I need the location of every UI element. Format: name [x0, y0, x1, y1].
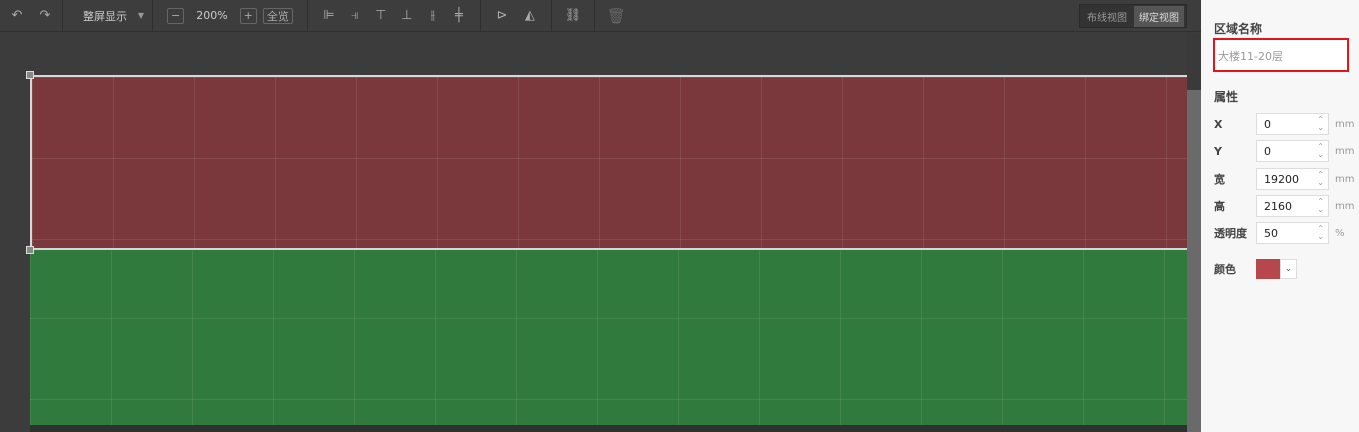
region-other[interactable] [30, 250, 1187, 425]
field-color: 颜色 ⌄ [1214, 258, 1359, 280]
field-value: 0 [1264, 144, 1271, 158]
x-input[interactable]: 0 ⌃ ⌄ [1256, 113, 1329, 135]
flip-group: ⊳ ◭ [481, 0, 552, 32]
align-group: ⊫ ⫣ ⊤ ⊥ ⫲ ╪ [308, 0, 481, 32]
stepper-icon[interactable]: ⌃ ⌄ [1317, 198, 1324, 214]
region-name-input[interactable]: 大楼11-20层 [1213, 38, 1349, 72]
properties-panel: 区域名称 大楼11-20层 属性 X 0 ⌃ ⌄ mm Y 0 ⌃ ⌄ mm 宽 192… [1201, 0, 1359, 432]
field-unit: mm [1335, 118, 1355, 130]
zoom-group: − 200% + 全览 [153, 0, 308, 32]
field-label: Y [1214, 144, 1222, 158]
y-input[interactable]: 0 ⌃ ⌄ [1256, 140, 1329, 162]
region-name-label: 区域名称 [1214, 22, 1263, 36]
field-y: Y 0 ⌃ ⌄ mm [1214, 140, 1359, 162]
field-unit: mm [1335, 173, 1355, 185]
undo-icon[interactable]: ↶ [8, 8, 26, 23]
height-input[interactable]: 2160 ⌃ ⌄ [1256, 195, 1329, 217]
field-width: 宽 19200 ⌃ ⌄ mm [1214, 168, 1359, 190]
properties-label: 属性 [1214, 90, 1239, 104]
resize-handle[interactable] [26, 246, 34, 254]
redo-icon[interactable]: ↷ [36, 8, 54, 23]
flip-vertical-icon[interactable]: ⊳ [493, 8, 511, 23]
vertical-scrollbar[interactable] [1187, 90, 1201, 432]
display-mode-select[interactable]: 整屏显示 ▼ [63, 0, 153, 32]
field-unit: mm [1335, 200, 1355, 212]
align-center-icon[interactable]: ╪ [450, 8, 468, 23]
color-swatch[interactable] [1256, 259, 1280, 279]
fit-all-button[interactable]: 全览 [262, 7, 293, 24]
history-group: ↶ ↷ [0, 0, 63, 32]
field-value: 50 [1264, 226, 1278, 240]
chevron-down-icon: ▼ [137, 11, 144, 20]
align-top-icon[interactable]: ⊤ [372, 8, 390, 23]
field-label: 宽 [1214, 173, 1225, 186]
opacity-input[interactable]: 50 ⌃ ⌄ [1256, 222, 1329, 244]
align-middle-icon[interactable]: ⫲ [424, 8, 442, 23]
display-mode-label: 整屏显示 [83, 9, 127, 23]
zoom-in-button[interactable]: + [239, 7, 257, 24]
field-unit: % [1335, 227, 1345, 239]
align-bottom-icon[interactable]: ⊥ [398, 8, 416, 23]
view-switch: 布线视图 绑定视图 [1079, 4, 1187, 28]
field-height: 高 2160 ⌃ ⌄ mm [1214, 195, 1359, 217]
stepper-icon[interactable]: ⌃ ⌄ [1317, 143, 1324, 159]
delete-group: 🗑 [595, 0, 637, 32]
unlink-group: ⛓ [552, 0, 595, 32]
stepper-icon[interactable]: ⌃ ⌄ [1317, 225, 1324, 241]
toolbar: ↶ ↷ 整屏显示 ▼ − 200% + 全览 ⊫ ⫣ ⊤ ⊥ ⫲ ╪ ⊳ ◭ ⛓… [0, 0, 1201, 32]
field-unit: mm [1335, 145, 1355, 157]
stepper-icon[interactable]: ⌃ ⌄ [1317, 171, 1324, 187]
trash-icon[interactable]: 🗑 [607, 7, 626, 25]
scrollbar-track [1187, 33, 1201, 90]
field-label: 颜色 [1214, 263, 1236, 276]
field-x: X 0 ⌃ ⌄ mm [1214, 113, 1359, 135]
resize-handle[interactable] [26, 71, 34, 79]
region-selected[interactable] [30, 75, 1187, 250]
wiring-view-button[interactable]: 布线视图 [1082, 6, 1132, 27]
canvas-bottom-edge [30, 425, 1187, 432]
field-opacity: 透明度 50 ⌃ ⌄ % [1214, 222, 1359, 244]
canvas[interactable] [0, 33, 1187, 432]
chevron-down-icon[interactable]: ⌄ [1280, 259, 1297, 279]
field-value: 0 [1264, 117, 1271, 131]
zoom-level: 200% [196, 9, 228, 22]
unlink-icon[interactable]: ⛓ [564, 8, 582, 23]
field-label: 高 [1214, 200, 1225, 213]
stepper-icon[interactable]: ⌃ ⌄ [1317, 116, 1324, 132]
align-right-icon[interactable]: ⫣ [346, 8, 364, 23]
zoom-out-button[interactable]: − [167, 7, 185, 24]
binding-view-button[interactable]: 绑定视图 [1134, 5, 1184, 27]
field-value: 19200 [1264, 172, 1299, 186]
align-left-icon[interactable]: ⊫ [320, 8, 338, 23]
field-value: 2160 [1264, 199, 1292, 213]
field-label: X [1214, 117, 1223, 131]
flip-horizontal-icon[interactable]: ◭ [521, 8, 539, 23]
field-label: 透明度 [1214, 227, 1247, 240]
width-input[interactable]: 19200 ⌃ ⌄ [1256, 168, 1329, 190]
